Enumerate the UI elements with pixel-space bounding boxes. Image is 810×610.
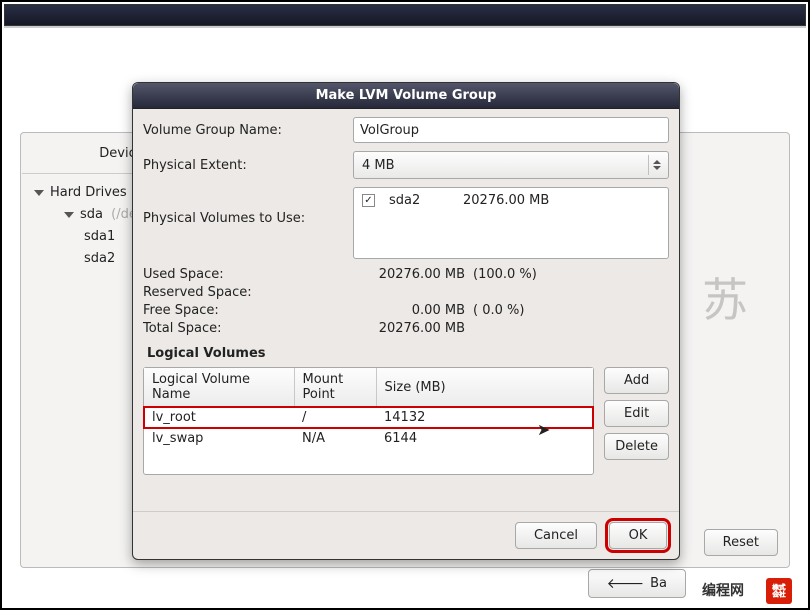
space-summary: Used Space: 20276.00 MB (100.0 %) Reserv… [143, 267, 669, 336]
used-space-pct: (100.0 %) [473, 267, 583, 282]
dialog-footer: Cancel OK [133, 511, 679, 559]
expand-icon [34, 190, 44, 196]
free-space-label: Free Space: [143, 303, 353, 318]
pe-label: Physical Extent: [143, 158, 353, 173]
free-space-value: 0.00 MB [353, 303, 473, 318]
reserved-space-label: Reserved Space: [143, 285, 353, 300]
lv-table[interactable]: Logical Volume Name Mount Point Size (MB… [143, 367, 594, 475]
pv-checkbox[interactable]: ✓ [362, 194, 375, 207]
total-space-label: Total Space: [143, 321, 353, 336]
pe-value: 4 MB [362, 158, 395, 173]
lv-cell: N/A [294, 428, 376, 449]
tree-label: sda2 [84, 248, 115, 270]
pe-dropdown[interactable]: 4 MB [353, 151, 669, 179]
pv-listbox[interactable]: ✓ sda2 20276.00 MB [353, 187, 669, 259]
bg-button-row: Reset [704, 529, 778, 556]
logical-volumes-header: Logical Volumes [147, 346, 669, 361]
pv-name: sda2 [389, 193, 449, 208]
cancel-button[interactable]: Cancel [515, 522, 597, 549]
tree-label: sda [80, 204, 103, 226]
dialog-body: Volume Group Name: Physical Extent: 4 MB… [133, 109, 679, 511]
lv-cell: 14132 [376, 407, 593, 429]
free-space-pct: ( 0.0 %) [473, 303, 583, 318]
pv-label: Physical Volumes to Use: [143, 187, 353, 226]
lv-add-button[interactable]: Add [604, 367, 669, 394]
used-space-label: Used Space: [143, 267, 353, 282]
back-label: Ba [650, 576, 667, 591]
lv-col-size[interactable]: Size (MB) [376, 368, 593, 407]
lv-cell: 6144 [376, 428, 593, 449]
lv-row-root[interactable]: lv_root / 14132 [144, 407, 593, 429]
brand-watermark-text: 编程网 [702, 580, 744, 600]
tree-label: Hard Drives [50, 182, 127, 204]
brand-watermark-logo: ㍿ [766, 578, 792, 604]
pv-item[interactable]: ✓ sda2 20276.00 MB [362, 193, 660, 208]
vg-name-input[interactable] [353, 117, 669, 143]
lv-cell: lv_swap [144, 428, 294, 449]
dropdown-spinner-icon[interactable] [648, 155, 664, 175]
ok-button[interactable]: OK [609, 522, 667, 549]
window-menubar [4, 4, 806, 26]
dialog-title: Make LVM Volume Group [133, 83, 679, 109]
lv-col-mount[interactable]: Mount Point [294, 368, 376, 407]
lvm-dialog: Make LVM Volume Group Volume Group Name:… [132, 82, 680, 560]
expand-icon [64, 212, 74, 218]
lv-delete-button[interactable]: Delete [604, 433, 669, 460]
tree-label: sda1 [84, 226, 115, 248]
lv-cell: lv_root [144, 407, 294, 429]
menubar-separator [4, 26, 806, 28]
used-space-value: 20276.00 MB [353, 267, 473, 282]
lv-cell: / [294, 407, 376, 429]
total-space-value: 20276.00 MB [353, 321, 473, 336]
back-arrow-icon: 🡐 [607, 575, 645, 592]
lv-edit-button[interactable]: Edit [604, 400, 669, 427]
lv-row-swap[interactable]: lv_swap N/A 6144 [144, 428, 593, 449]
pv-size: 20276.00 MB [463, 193, 549, 208]
vg-name-label: Volume Group Name: [143, 123, 353, 138]
back-button[interactable]: 🡐 Ba [588, 569, 686, 598]
reset-button[interactable]: Reset [704, 529, 778, 556]
lv-col-name[interactable]: Logical Volume Name [144, 368, 294, 407]
